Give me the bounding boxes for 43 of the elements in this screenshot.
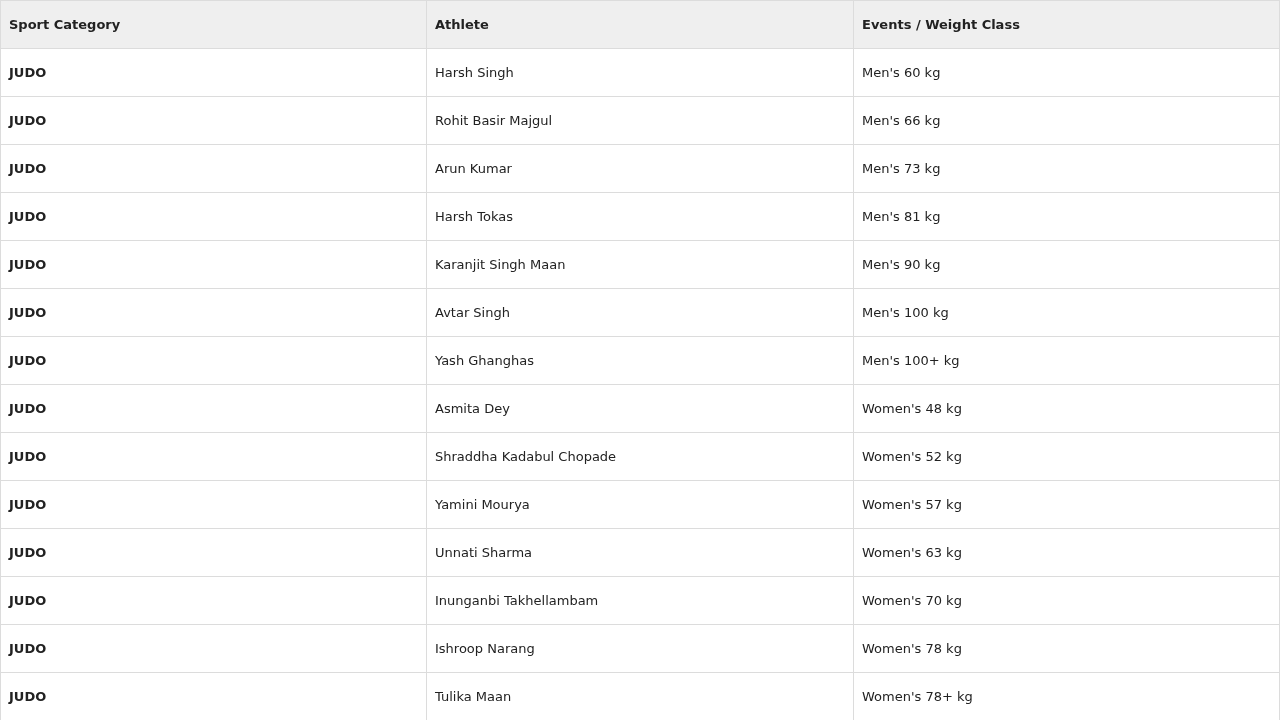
table-cell: Ishroop Narang — [426, 625, 853, 673]
table-cell: Asmita Dey — [426, 385, 853, 433]
table-cell: Men's 100+ kg — [853, 337, 1280, 385]
table-cell: Avtar Singh — [426, 289, 853, 337]
table-cell: Harsh Singh — [426, 49, 853, 97]
table-cell: JUDO — [0, 97, 426, 145]
table-cell: JUDO — [0, 481, 426, 529]
table-cell: JUDO — [0, 385, 426, 433]
table-cell: Women's 78+ kg — [853, 673, 1280, 720]
table-cell: Women's 57 kg — [853, 481, 1280, 529]
table-cell: Men's 60 kg — [853, 49, 1280, 97]
table-cell: Women's 48 kg — [853, 385, 1280, 433]
table-cell: Unnati Sharma — [426, 529, 853, 577]
table-cell: Women's 52 kg — [853, 433, 1280, 481]
table-cell: JUDO — [0, 145, 426, 193]
table-cell: Karanjit Singh Maan — [426, 241, 853, 289]
table-cell: JUDO — [0, 433, 426, 481]
table-cell: JUDO — [0, 529, 426, 577]
table-cell: JUDO — [0, 625, 426, 673]
table-cell: Shraddha Kadabul Chopade — [426, 433, 853, 481]
table-cell: Men's 73 kg — [853, 145, 1280, 193]
table-cell: Women's 70 kg — [853, 577, 1280, 625]
table-cell: JUDO — [0, 289, 426, 337]
table-cell: Men's 66 kg — [853, 97, 1280, 145]
table-cell: JUDO — [0, 241, 426, 289]
table-cell: JUDO — [0, 193, 426, 241]
column-header: Athlete — [426, 1, 853, 49]
table-cell: Rohit Basir Majgul — [426, 97, 853, 145]
table-cell: JUDO — [0, 337, 426, 385]
table-cell: Yamini Mourya — [426, 481, 853, 529]
table-cell: Men's 81 kg — [853, 193, 1280, 241]
table-cell: JUDO — [0, 577, 426, 625]
table-cell: Harsh Tokas — [426, 193, 853, 241]
table-cell: Women's 78 kg — [853, 625, 1280, 673]
table-cell: Inunganbi Takhellambam — [426, 577, 853, 625]
table-cell: JUDO — [0, 49, 426, 97]
table-cell: Arun Kumar — [426, 145, 853, 193]
table-cell: Men's 90 kg — [853, 241, 1280, 289]
table-cell: Women's 63 kg — [853, 529, 1280, 577]
column-header: Sport Category — [0, 1, 426, 49]
table-cell: Men's 100 kg — [853, 289, 1280, 337]
column-header: Events / Weight Class — [853, 1, 1280, 49]
table-cell: Yash Ghanghas — [426, 337, 853, 385]
